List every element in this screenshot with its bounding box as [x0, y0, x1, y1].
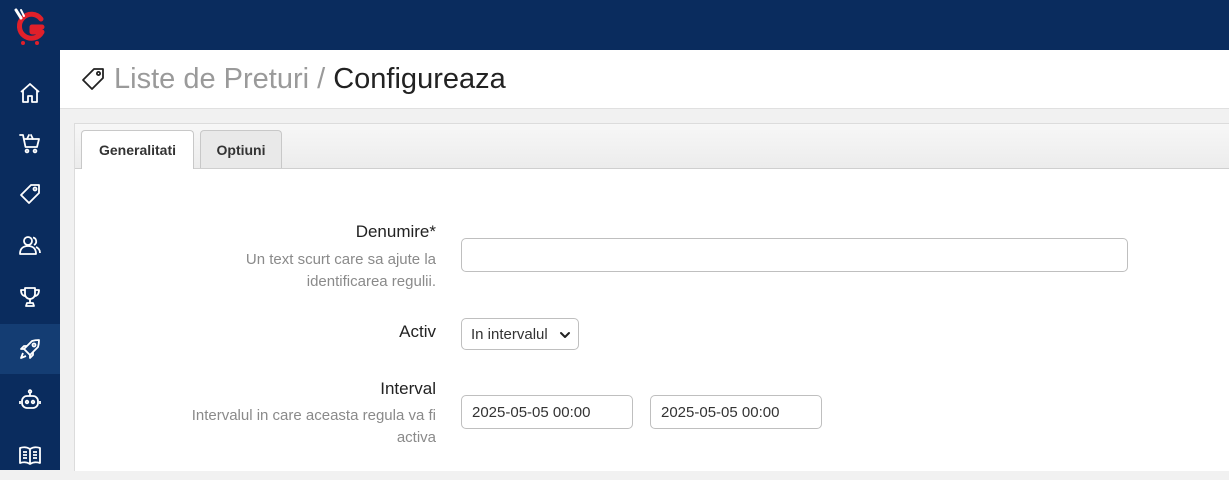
logo-icon — [14, 8, 45, 45]
activ-select[interactable]: In intervalul — [461, 318, 579, 350]
top-bar — [0, 0, 1229, 50]
page-header: Liste de Preturi / Configureaza — [60, 50, 1229, 109]
trophy-icon — [20, 287, 40, 307]
sidebar-item-home[interactable] — [0, 68, 60, 118]
interval-hint-line2: activa — [396, 429, 436, 446]
tag-icon — [82, 68, 104, 90]
users-icon — [19, 236, 41, 255]
interval-label: Interval — [380, 379, 436, 398]
sidebar-item-clients[interactable] — [0, 220, 60, 270]
sidebar-item-campaigns[interactable] — [0, 324, 60, 374]
robot-icon — [19, 389, 41, 409]
home-icon — [20, 83, 40, 103]
page-title-text: Configureaza — [333, 63, 506, 95]
denumire-label: Denumire* — [355, 222, 436, 241]
activ-label: Activ — [399, 322, 436, 341]
breadcrumb-separator: / — [317, 63, 326, 95]
activ-select-value: In intervalul — [471, 325, 548, 343]
denumire-input[interactable] — [461, 238, 1128, 272]
tab-generalitati[interactable]: Generalitati — [81, 130, 194, 169]
chevron-down-icon — [560, 332, 570, 338]
page-title: Liste de Preturi / Configureaza — [114, 63, 506, 96]
interval-end-input[interactable]: 2025-05-05 00:00 — [650, 395, 822, 429]
rocket-icon — [20, 339, 40, 359]
tag-icon — [20, 184, 40, 204]
sidebar-item-catalog[interactable] — [0, 430, 60, 480]
sidebar — [0, 0, 60, 470]
tab-bar: Generalitati Optiuni — [75, 124, 1229, 169]
denumire-hint-line1: Un text scurt care sa ajute la — [245, 251, 436, 268]
tab-optiuni[interactable]: Optiuni — [200, 130, 282, 168]
sidebar-item-prices[interactable] — [0, 169, 60, 219]
interval-start-input[interactable]: 2025-05-05 00:00 — [461, 395, 633, 429]
interval-hint-line1: Intervalul in care aceasta regula va fi — [191, 407, 436, 424]
sidebar-item-automation[interactable] — [0, 375, 60, 425]
cart-icon — [19, 134, 40, 154]
book-icon — [19, 446, 41, 465]
denumire-hint-line2: identificarea regulii. — [306, 273, 436, 290]
sidebar-item-loyalty[interactable] — [0, 272, 60, 322]
sidebar-item-orders[interactable] — [0, 118, 60, 168]
breadcrumb-link[interactable]: Liste de Preturi — [114, 63, 309, 95]
